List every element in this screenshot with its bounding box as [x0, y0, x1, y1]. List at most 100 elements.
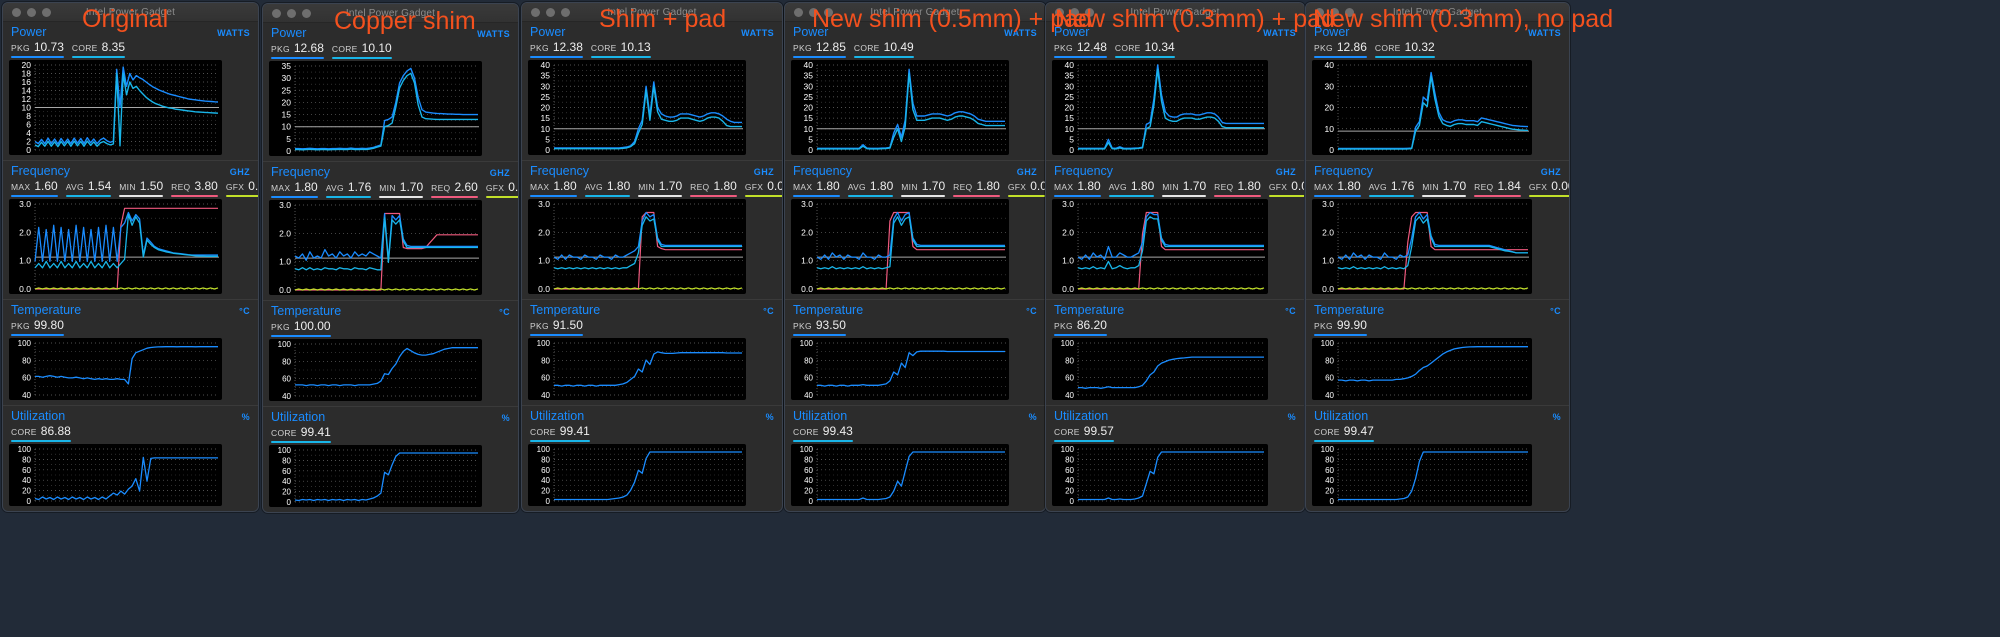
- svg-text:30: 30: [282, 73, 292, 83]
- plot-area: 100 80 60 40 20 0: [1312, 444, 1532, 506]
- utilization-title: Utilization: [1054, 409, 1109, 423]
- svg-text:25: 25: [1065, 92, 1075, 102]
- frequency-title: Frequency: [271, 165, 331, 179]
- svg-text:100: 100: [1321, 445, 1335, 454]
- temperature-unit: °C: [499, 307, 510, 317]
- temperature-section: Temperature °C PKG 91.50 100 80 60 40: [522, 300, 782, 406]
- power-core-value: 10.10: [361, 41, 392, 55]
- power-core-key: CORE: [853, 43, 880, 53]
- svg-text:0: 0: [286, 146, 291, 156]
- zoom-icon[interactable]: [1345, 7, 1354, 17]
- power-gadget-window-new-shim-03mm-no-pad[interactable]: Intel Power Gadget Power WATTS PKG 12.86 CORE…: [1305, 2, 1570, 512]
- freq-gfx: GFX0.00: [1007, 179, 1045, 197]
- freq-avg-bar: [584, 194, 631, 197]
- window-controls[interactable]: [785, 7, 833, 17]
- plot-area: 100 80 60 40: [791, 338, 1009, 400]
- close-icon[interactable]: [272, 8, 281, 18]
- title-bar[interactable]: Intel Power Gadget: [1306, 3, 1569, 22]
- freq-req-bar: [171, 194, 218, 197]
- zoom-icon[interactable]: [561, 7, 570, 17]
- util-core-key: CORE: [1314, 427, 1340, 437]
- freq-avg: AVG 1.76: [1368, 179, 1415, 197]
- plot-area: 100 80 60 40: [9, 338, 222, 400]
- svg-text:30: 30: [1065, 81, 1075, 91]
- freq-min-value: 1.70: [658, 179, 683, 193]
- minimize-icon[interactable]: [546, 7, 555, 17]
- power-core-value: 8.35: [101, 40, 126, 54]
- freq-req-bar: [431, 195, 478, 198]
- title-bar[interactable]: Intel Power Gadget: [522, 3, 782, 22]
- power-unit: WATTS: [1004, 28, 1037, 38]
- temperature-section: Temperature °C PKG 99.90 100 80 60 40: [1306, 300, 1569, 406]
- power-core-key: CORE: [1374, 43, 1401, 53]
- freq-max-key: MAX: [530, 182, 550, 192]
- frequency-stats: MAX1.80 AVG1.76 MIN1.70 REQ1.84 GFX0.00: [1312, 179, 1569, 199]
- freq-gfx-key: GFX: [485, 183, 505, 193]
- close-icon[interactable]: [794, 7, 803, 17]
- frequency-unit: GHZ: [489, 168, 510, 178]
- svg-text:40: 40: [1325, 476, 1334, 485]
- plot-area: 40 30 20 10 0: [1312, 60, 1532, 155]
- minimize-icon[interactable]: [27, 7, 36, 17]
- window-controls[interactable]: [3, 7, 51, 17]
- freq-gfx-bar: [1268, 194, 1304, 197]
- power-core: CORE 10.32: [1374, 40, 1435, 58]
- zoom-icon[interactable]: [824, 7, 833, 17]
- minimize-icon[interactable]: [287, 8, 296, 18]
- close-icon[interactable]: [1315, 7, 1324, 17]
- zoom-icon[interactable]: [42, 7, 51, 17]
- power-gadget-window-new-shim-03mm-pad[interactable]: Intel Power Gadget Power WATTS PKG 12.48 CORE…: [1045, 2, 1305, 512]
- title-bar[interactable]: Intel Power Gadget: [1046, 3, 1304, 22]
- window-controls[interactable]: [1306, 7, 1354, 17]
- power-gadget-window-copper-shim[interactable]: Intel Power Gadget Power WATTS PKG 12.68 CORE…: [262, 3, 519, 513]
- close-icon[interactable]: [531, 7, 540, 17]
- svg-text:20: 20: [541, 103, 551, 113]
- minimize-icon[interactable]: [1330, 7, 1339, 17]
- power-section: Power WATTS PKG 12.38 CORE 10.13 40 35 30 25 20 15 1…: [522, 22, 782, 161]
- utilization-section: Utilization% CORE 99.57 100 80 60 40 20 0: [1046, 406, 1304, 511]
- temperature-title: Temperature: [530, 303, 601, 317]
- svg-text:10: 10: [1065, 124, 1075, 134]
- power-pkg-key: PKG: [530, 43, 549, 53]
- window-controls[interactable]: [522, 7, 570, 17]
- minimize-icon[interactable]: [1070, 7, 1079, 17]
- svg-text:60: 60: [541, 374, 550, 383]
- svg-text:40: 40: [282, 477, 291, 486]
- title-bar[interactable]: Intel Power Gadget: [3, 3, 258, 22]
- close-icon[interactable]: [1055, 7, 1064, 17]
- plot-area: 40 35 30 25 20 15 10 5 0: [528, 60, 746, 155]
- plot-area: 100 80 60 40 20 0: [1052, 444, 1268, 506]
- power-gadget-window-original[interactable]: Intel Power Gadget Power WATTS PKG 10.73 CORE…: [2, 2, 259, 512]
- power-unit: WATTS: [477, 29, 510, 39]
- svg-text:100: 100: [537, 445, 551, 454]
- power-gadget-window-new-shim-05mm-pad[interactable]: Intel Power Gadget Power WATTS PKG 12.85 CORE…: [784, 2, 1046, 512]
- minimize-icon[interactable]: [809, 7, 818, 17]
- zoom-icon[interactable]: [302, 8, 311, 18]
- close-icon[interactable]: [12, 7, 21, 17]
- title-bar[interactable]: Intel Power Gadget: [785, 3, 1045, 22]
- temp-pkg: PKG 93.50: [793, 318, 846, 336]
- svg-text:2.0: 2.0: [538, 227, 550, 237]
- window-controls[interactable]: [263, 8, 311, 18]
- temperature-unit: °C: [763, 306, 774, 316]
- zoom-icon[interactable]: [1085, 7, 1094, 17]
- svg-text:80: 80: [22, 455, 31, 464]
- svg-text:0: 0: [27, 497, 32, 506]
- temperature-section: Temperature °C PKG 86.20 100 80 60 40: [1046, 300, 1304, 406]
- temperature-stats: PKG 100.00: [269, 319, 512, 339]
- svg-text:1.0: 1.0: [279, 257, 291, 267]
- power-gadget-window-shim-plus-pad[interactable]: Intel Power Gadget Power WATTS PKG 12.38 CORE…: [521, 2, 783, 512]
- freq-min: MIN 1.70: [379, 180, 424, 198]
- util-core-key: CORE: [271, 428, 297, 438]
- power-core: CORE 8.35: [71, 40, 126, 58]
- frequency-stats: MAX1.80AVG1.80MIN1.70REQ1.80GFX0.00: [528, 179, 782, 199]
- svg-text:20: 20: [1065, 103, 1075, 113]
- freq-min-value: 1.70: [1182, 179, 1207, 193]
- title-bar[interactable]: Intel Power Gadget: [263, 4, 518, 23]
- util-core-value: 99.43: [822, 424, 853, 438]
- freq-max-bar: [530, 194, 577, 197]
- freq-req: REQ 1.80: [690, 179, 737, 197]
- frequency-section: Frequency GHZ MAX 1.80 AVG 1.76 MIN 1.70 REQ 1.84…: [1306, 161, 1569, 300]
- svg-text:40: 40: [1325, 391, 1334, 400]
- window-controls[interactable]: [1046, 7, 1094, 17]
